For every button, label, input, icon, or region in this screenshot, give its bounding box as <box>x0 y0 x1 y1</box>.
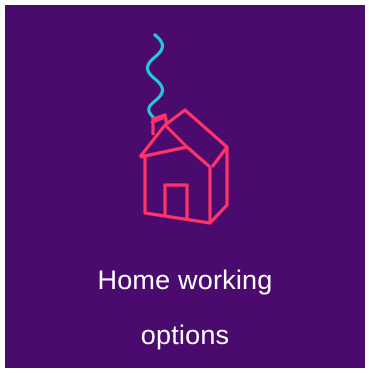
door <box>163 183 189 219</box>
home-working-options-tile[interactable]: Home working options <box>5 5 365 368</box>
smoke-squiggle <box>145 33 165 119</box>
roof-ridge <box>139 145 212 169</box>
tile-label-line1: Home working <box>97 265 273 295</box>
house-with-smoke-icon <box>138 33 229 225</box>
tile-label-line2: options <box>140 320 230 350</box>
front-wall <box>143 157 212 225</box>
roof-edge <box>163 123 189 149</box>
